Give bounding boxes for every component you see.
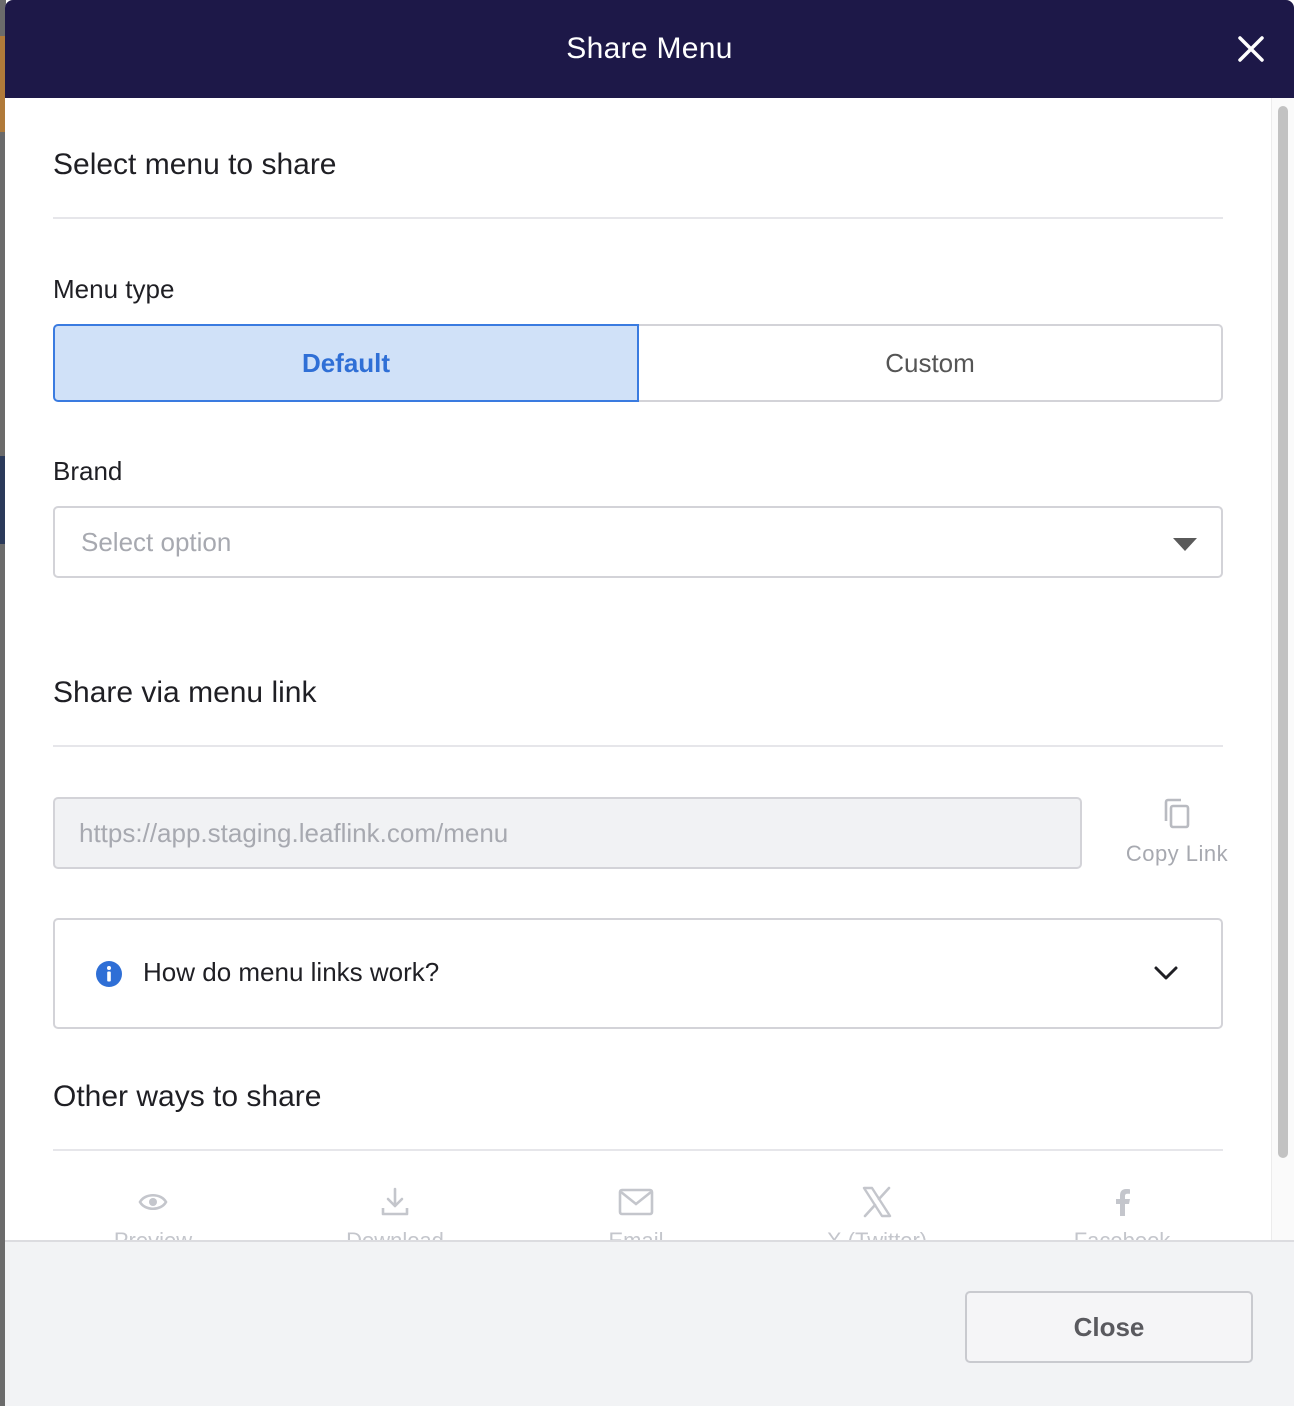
section-title-other-ways: Other ways to share (53, 1080, 322, 1113)
mail-icon (618, 1188, 654, 1216)
share-menu-modal: Share Menu Select menu to share Menu typ… (5, 0, 1294, 1406)
info-icon (96, 961, 122, 987)
share-label: X (Twitter) (817, 1228, 937, 1240)
share-options-row: Preview Download Email (53, 1186, 1223, 1240)
share-facebook-button[interactable]: Facebook (1062, 1186, 1182, 1240)
x-twitter-icon (862, 1186, 892, 1218)
modal-header: Share Menu (5, 0, 1294, 98)
modal-scrollbar[interactable] (1271, 98, 1294, 1240)
modal-body: Select menu to share Menu type Default C… (5, 98, 1294, 1240)
download-icon (381, 1187, 409, 1216)
caret-down-icon (1173, 538, 1197, 551)
share-label: Download (335, 1228, 455, 1240)
menu-type-toggle: Default Custom (53, 324, 1223, 402)
menu-link-input[interactable] (53, 797, 1082, 869)
share-label: Email (576, 1228, 696, 1240)
section-title-select-menu: Select menu to share (53, 148, 337, 181)
copy-link-label: Copy Link (1125, 841, 1229, 866)
divider (53, 217, 1223, 219)
menu-type-custom-option[interactable]: Custom (639, 324, 1223, 402)
chevron-down-icon (1154, 966, 1178, 980)
close-icon (1238, 36, 1264, 62)
close-modal-button[interactable] (1236, 34, 1266, 64)
divider (53, 1149, 1223, 1151)
menu-type-label: Menu type (53, 274, 175, 304)
eye-icon (138, 1193, 168, 1211)
copy-link-button[interactable]: Copy Link (1117, 795, 1237, 875)
divider (53, 745, 1223, 747)
copy-icon (1164, 798, 1190, 829)
modal-footer: Close (5, 1240, 1294, 1406)
modal-title: Share Menu (566, 32, 733, 65)
share-email-button[interactable]: Email (576, 1186, 696, 1240)
share-label: Facebook (1062, 1228, 1182, 1240)
share-label: Preview (93, 1228, 213, 1240)
brand-label: Brand (53, 456, 123, 486)
close-button[interactable]: Close (965, 1291, 1253, 1363)
share-download-button[interactable]: Download (335, 1186, 455, 1240)
menu-type-default-option[interactable]: Default (53, 324, 639, 402)
share-preview-button[interactable]: Preview (93, 1186, 213, 1240)
menu-links-help-accordion[interactable]: How do menu links work? (53, 918, 1223, 1029)
scrollbar-thumb[interactable] (1278, 106, 1288, 1158)
share-x-button[interactable]: X (Twitter) (817, 1186, 937, 1240)
accordion-label: How do menu links work? (143, 957, 440, 987)
facebook-icon (1116, 1189, 1130, 1216)
brand-select[interactable]: Select option (53, 506, 1223, 578)
brand-select-placeholder: Select option (81, 526, 232, 557)
section-title-menu-link: Share via menu link (53, 676, 317, 709)
